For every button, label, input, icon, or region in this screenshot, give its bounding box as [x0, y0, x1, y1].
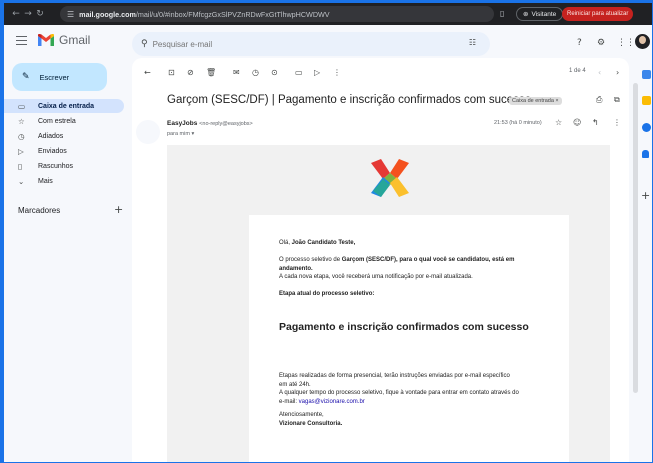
pencil-icon: ✎: [22, 72, 30, 82]
mark-unread-icon[interactable]: ✉: [233, 68, 240, 77]
sender-avatar: [136, 120, 160, 144]
sender-name: EasyJobs: [167, 120, 198, 127]
sidebar-item-label: Rascunhos: [38, 162, 74, 170]
clock-icon: ◷: [18, 131, 25, 141]
open-new-window-icon[interactable]: ⧉: [614, 95, 620, 105]
sender-line: EasyJobs <no-reply@easyjobs>: [167, 120, 253, 127]
back-icon[interactable]: ←: [10, 9, 22, 19]
greeting: Olá, João Candidato Teste,: [279, 240, 356, 246]
sidebar-item-sent[interactable]: ▷ Enviados: [4, 144, 124, 158]
calendar-icon[interactable]: [642, 70, 651, 79]
newer-icon[interactable]: ‹: [598, 68, 601, 77]
add-label-icon[interactable]: +: [114, 203, 123, 216]
label-icon[interactable]: ▷: [314, 68, 320, 77]
pager-text: 1 de 4: [569, 68, 586, 74]
send-icon: ▷: [18, 146, 24, 156]
profile-guest-button[interactable]: ⊛ Visitante: [516, 7, 564, 21]
reload-icon[interactable]: ↻: [34, 9, 46, 19]
contact-email-link[interactable]: vagas@vizionare.com.br: [299, 399, 365, 405]
sidebar-item-label: Enviados: [38, 147, 67, 155]
search-icon[interactable]: ⚲: [141, 39, 148, 49]
browser-toolbar: ← → ↻ ☰ mail.google.com/mail/u/0/#inbox/…: [4, 3, 652, 25]
compose-label: Escrever: [39, 72, 70, 82]
sender-email: <no-reply@easyjobs>: [199, 121, 253, 127]
help-icon[interactable]: ?: [577, 38, 582, 48]
address-bar[interactable]: ☰ mail.google.com/mail/u/0/#inbox/FMfcgz…: [60, 6, 494, 22]
instructions-paragraph: Etapas realizadas de forma presencial, t…: [279, 373, 519, 405]
sidebar-item-inbox[interactable]: ▭ Caixa de entrada: [4, 99, 124, 113]
site-info-icon[interactable]: ☰: [67, 10, 74, 19]
archive-icon[interactable]: ⊡: [168, 68, 175, 77]
print-icon[interactable]: ⎙: [596, 95, 602, 105]
signature: Atenciosamente, Vizionare Consultoria.: [279, 412, 343, 427]
search-input[interactable]: [152, 39, 453, 49]
sidebar-item-starred[interactable]: ☆ Com estrela: [4, 114, 124, 128]
delete-icon[interactable]: 🗑: [206, 68, 216, 77]
email-time: 21:53 (há 0 minuto): [494, 120, 542, 126]
main-menu-icon[interactable]: [16, 36, 27, 45]
search-bar[interactable]: ⚲ ☷: [132, 32, 490, 56]
star-icon[interactable]: ☆: [555, 118, 562, 127]
snooze-icon[interactable]: ◷: [252, 68, 259, 77]
labels-heading: Marcadores: [18, 206, 61, 215]
forward-icon[interactable]: →: [22, 9, 34, 19]
account-avatar[interactable]: [635, 34, 650, 49]
search-options-icon[interactable]: ☷: [469, 38, 476, 47]
add-task-icon[interactable]: ⊙: [271, 68, 278, 77]
url-text: mail.google.com/mail/u/0/#inbox/FMfcgzGx…: [79, 9, 330, 19]
move-to-icon[interactable]: ▭: [295, 68, 303, 77]
email-subject: Garçom (SESC/DF) | Pagamento e inscrição…: [167, 94, 532, 106]
stage-title: Pagamento e inscrição confirmados com su…: [279, 321, 529, 333]
report-spam-icon[interactable]: ⊘: [187, 68, 194, 77]
sidebar-item-drafts[interactable]: ▯ Rascunhos: [4, 159, 124, 173]
contacts-icon[interactable]: [642, 150, 649, 158]
sidebar-item-more[interactable]: ⌄ Mais: [4, 174, 124, 188]
restart-label: Reiniciar para atualizar: [567, 11, 629, 17]
browser-window: ← → ↻ ☰ mail.google.com/mail/u/0/#inbox/…: [3, 2, 653, 463]
sidebar-item-label: Caixa de entrada: [38, 102, 95, 110]
status-paragraph: O processo seletivo de Garçom (SESC/DF),…: [279, 257, 515, 280]
sidebar-item-label: Mais: [38, 177, 53, 185]
settings-gear-icon[interactable]: ⚙: [597, 38, 605, 48]
recipient-dropdown[interactable]: para mim ▾: [167, 131, 194, 137]
inbox-label-chip[interactable]: Caixa de entrada ×: [509, 97, 562, 105]
more-vert-icon[interactable]: ⋮: [613, 118, 621, 127]
reply-icon[interactable]: ↰: [592, 118, 599, 127]
scrollbar[interactable]: [633, 83, 638, 393]
get-addons-icon[interactable]: +: [641, 189, 650, 202]
guest-label: Visitante: [531, 10, 557, 18]
emoji-react-icon[interactable]: ☺: [573, 118, 581, 127]
inbox-icon: ▭: [18, 101, 26, 111]
guest-icon: ⊛: [523, 10, 529, 18]
back-arrow-icon[interactable]: ←: [144, 68, 151, 77]
sidepanel-icon[interactable]: ▯: [500, 9, 504, 18]
star-icon: ☆: [18, 116, 25, 126]
sidebar-item-label: Adiados: [38, 132, 64, 140]
sidebar-item-snoozed[interactable]: ◷ Adiados: [4, 129, 124, 143]
chevron-down-icon: ⌄: [18, 176, 25, 186]
restart-update-button[interactable]: Reiniciar para atualizar: [562, 7, 634, 21]
message-view: ← ⊡ ⊘ 🗑 ✉ ◷ ⊙ ▭ ▷ ⋮ 1 de 4 ‹ › Garçom (S…: [132, 58, 629, 462]
compose-button[interactable]: ✎ Escrever: [12, 63, 107, 91]
stage-label: Etapa atual do processo seletivo:: [279, 291, 375, 297]
tasks-icon[interactable]: [642, 123, 651, 132]
company-logo-icon: [371, 159, 409, 197]
gmail-logo-icon[interactable]: [38, 34, 54, 46]
older-icon[interactable]: ›: [616, 68, 619, 77]
email-card: Olá, João Candidato Teste, O processo se…: [249, 215, 569, 462]
keep-icon[interactable]: [642, 96, 651, 105]
apps-grid-icon[interactable]: ⋮⋮: [617, 38, 635, 48]
sidebar-item-label: Com estrela: [38, 117, 76, 125]
email-body: Olá, João Candidato Teste, O processo se…: [167, 145, 610, 462]
app-name: Gmail: [59, 33, 91, 47]
more-options-icon[interactable]: ⋮: [333, 68, 341, 77]
draft-icon: ▯: [18, 161, 23, 171]
